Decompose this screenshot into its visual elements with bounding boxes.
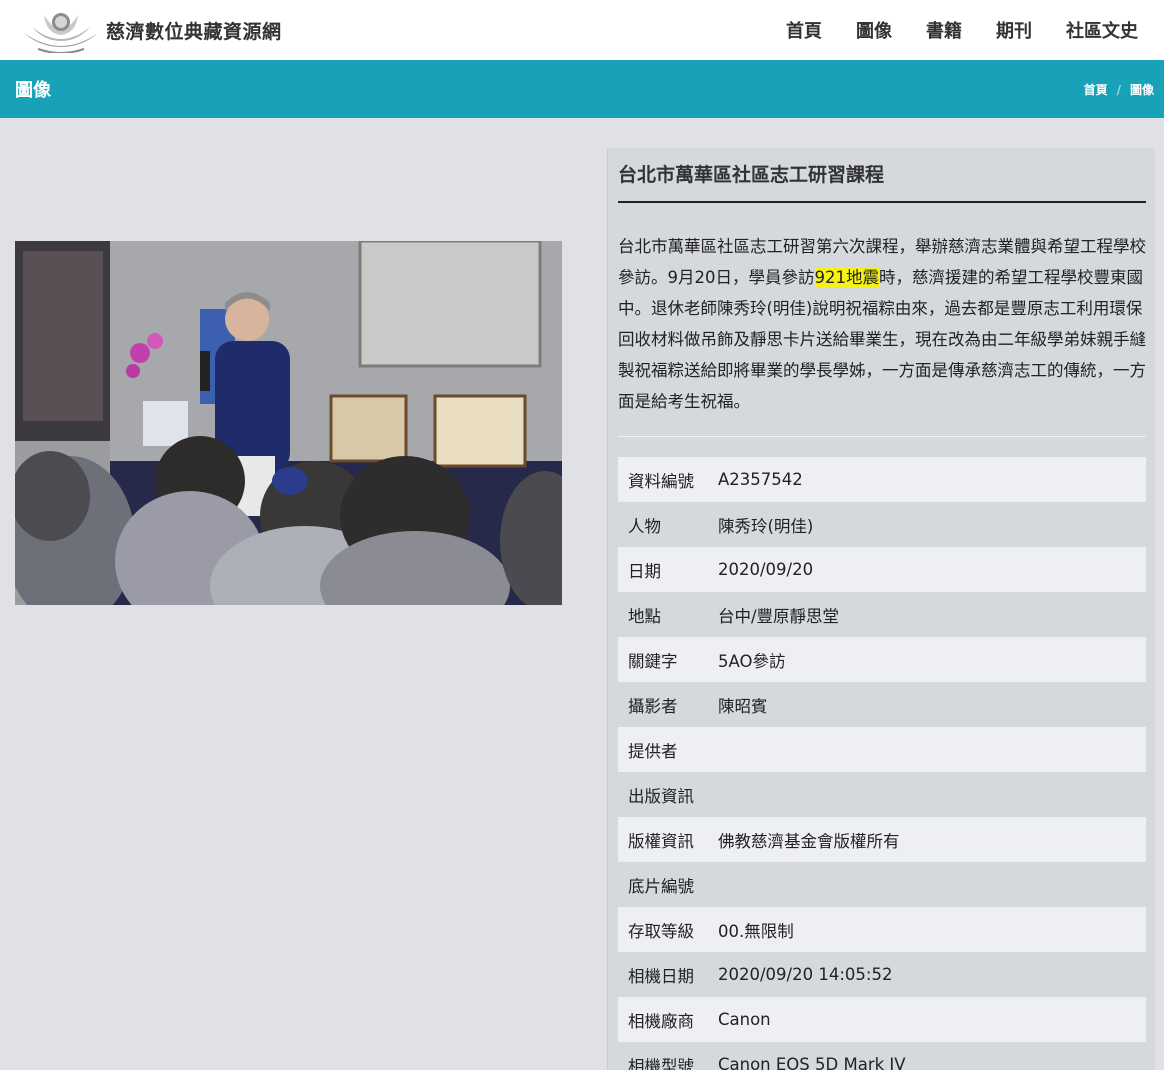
metadata-value: 陳秀玲(明佳) — [718, 516, 814, 536]
highlighted-keyword: 921地震 — [814, 268, 879, 287]
metadata-row: 相機廠商 Canon — [618, 997, 1146, 1042]
breadcrumb-images[interactable]: 圖像 — [1130, 81, 1154, 98]
page-banner: 圖像 首頁 / 圖像 — [0, 60, 1164, 118]
metadata-row: 資料編號 A2357542 — [618, 457, 1146, 502]
page-title: 圖像 — [15, 80, 51, 101]
metadata-row: 存取等級 00.無限制 — [618, 907, 1146, 952]
metadata-key: 攝影者 — [628, 696, 678, 716]
metadata-key: 相機型號 — [628, 1056, 694, 1070]
metadata-row: 出版資訊 — [618, 772, 1146, 817]
metadata-key: 底片編號 — [628, 876, 694, 896]
metadata-table: 資料編號 A2357542 人物 陳秀玲(明佳) 日期 2020/09/20 地… — [618, 457, 1146, 1070]
metadata-key: 存取等級 — [628, 921, 694, 941]
metadata-row: 地點 台中/豐原靜思堂 — [618, 592, 1146, 637]
nav-community-history[interactable]: 社區文史 — [1066, 17, 1138, 43]
metadata-key: 日期 — [628, 561, 661, 581]
description-text: 時，慈濟援建的希望工程學校豐東國中。退休老師陳秀玲(明佳)說明祝福粽由來，過去都… — [618, 268, 1146, 411]
metadata-value: A2357542 — [718, 470, 803, 489]
metadata-row: 相機日期 2020/09/20 14:05:52 — [618, 952, 1146, 997]
record-detail-panel: 台北市萬華區社區志工研習課程 台北市萬華區社區志工研習第六次課程，舉辦慈濟志業體… — [607, 148, 1155, 1070]
record-photo[interactable] — [15, 241, 562, 605]
metadata-value: 2020/09/20 14:05:52 — [718, 965, 893, 984]
metadata-row: 版權資訊 佛教慈濟基金會版權所有 — [618, 817, 1146, 862]
metadata-value: 00.無限制 — [718, 921, 794, 941]
metadata-value: Canon — [718, 1010, 771, 1029]
metadata-key: 人物 — [628, 516, 661, 536]
nav-home[interactable]: 首頁 — [786, 17, 822, 43]
nav-periodicals[interactable]: 期刊 — [996, 17, 1032, 43]
site-header: 慈濟數位典藏資源網 首頁 圖像 書籍 期刊 社區文史 — [0, 0, 1164, 60]
metadata-value: 佛教慈濟基金會版權所有 — [718, 831, 900, 851]
metadata-key: 出版資訊 — [628, 786, 694, 806]
metadata-row: 提供者 — [618, 727, 1146, 772]
metadata-row: 相機型號 Canon EOS 5D Mark IV — [618, 1042, 1146, 1070]
metadata-key: 相機日期 — [628, 966, 694, 986]
record-title: 台北市萬華區社區志工研習課程 — [618, 160, 1146, 203]
photo-illustration — [15, 241, 562, 605]
breadcrumb-separator: / — [1116, 82, 1121, 97]
metadata-row: 關鍵字 5AO參訪 — [618, 637, 1146, 682]
metadata-value: 台中/豐原靜思堂 — [718, 606, 840, 626]
site-logo[interactable]: 慈濟數位典藏資源網 — [18, 6, 282, 54]
metadata-key: 資料編號 — [628, 471, 694, 491]
metadata-key: 版權資訊 — [628, 831, 694, 851]
breadcrumb-home[interactable]: 首頁 — [1084, 81, 1108, 98]
metadata-key: 相機廠商 — [628, 1011, 694, 1031]
metadata-key: 提供者 — [628, 741, 678, 761]
record-description: 台北市萬華區社區志工研習第六次課程，舉辦慈濟志業體與希望工程學校參訪。9月20日… — [618, 231, 1146, 417]
nav-books[interactable]: 書籍 — [926, 17, 962, 43]
metadata-value: 2020/09/20 — [718, 560, 814, 579]
metadata-value: 5AO參訪 — [718, 651, 786, 671]
breadcrumb: 首頁 / 圖像 — [1084, 81, 1154, 98]
main-nav: 首頁 圖像 書籍 期刊 社區文史 — [752, 0, 1138, 60]
metadata-key: 關鍵字 — [628, 651, 678, 671]
metadata-value: Canon EOS 5D Mark IV — [718, 1055, 906, 1070]
metadata-row: 底片編號 — [618, 862, 1146, 907]
nav-images[interactable]: 圖像 — [856, 17, 892, 43]
metadata-row: 攝影者 陳昭賓 — [618, 682, 1146, 727]
metadata-value: 陳昭賓 — [718, 696, 768, 716]
metadata-key: 地點 — [628, 606, 661, 626]
site-name: 慈濟數位典藏資源網 — [106, 20, 282, 43]
metadata-row: 人物 陳秀玲(明佳) — [618, 502, 1146, 547]
metadata-row: 日期 2020/09/20 — [618, 547, 1146, 592]
tzu-chi-lotus-logo — [24, 13, 98, 53]
section-divider — [618, 436, 1146, 437]
